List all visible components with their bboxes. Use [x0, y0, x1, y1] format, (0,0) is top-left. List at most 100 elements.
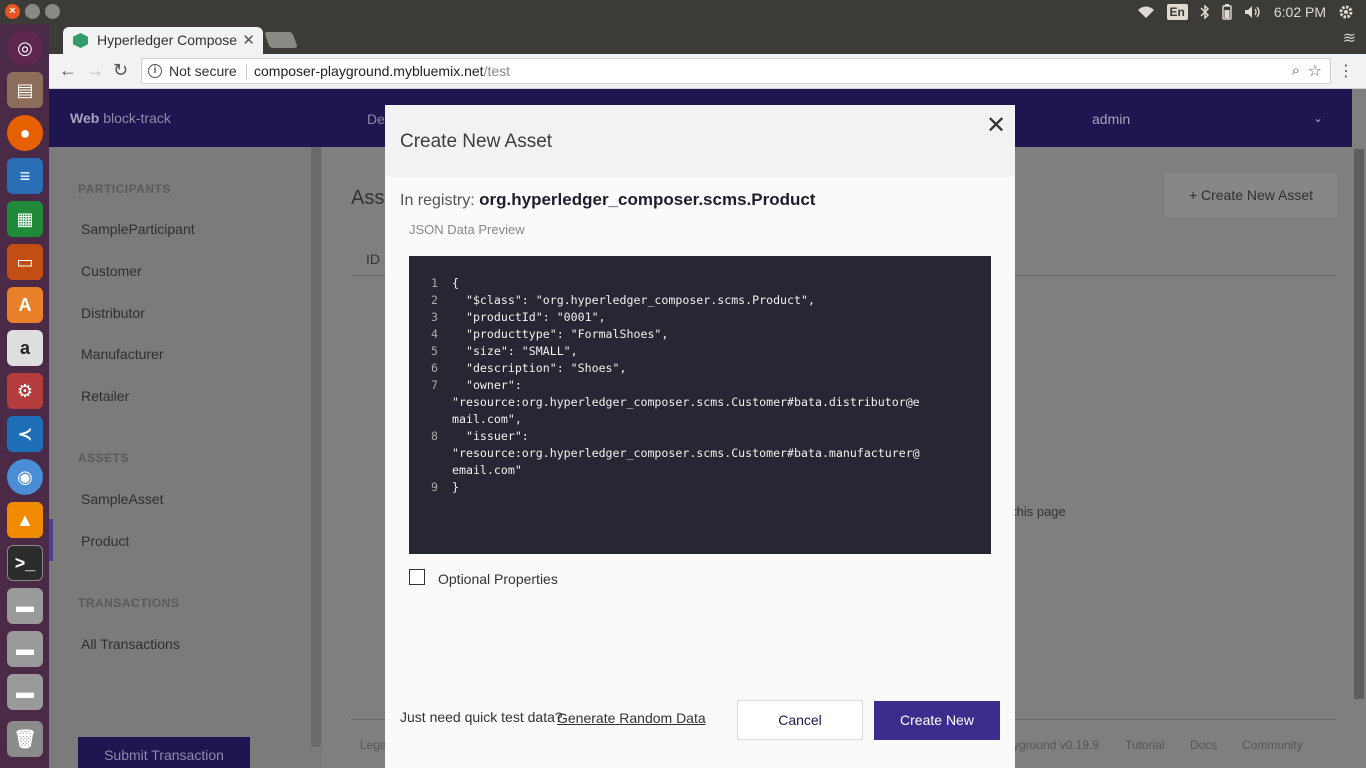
divider [246, 64, 247, 80]
os-top-bar: × En 6:02 PM [0, 0, 1366, 24]
code-line[interactable]: { [452, 276, 459, 290]
software-center-icon[interactable]: A [7, 287, 43, 323]
impress-icon[interactable]: ▭ [7, 244, 43, 280]
security-label[interactable]: Not secure [169, 63, 237, 79]
code-line[interactable]: "producttype": "FormalShoes", [452, 327, 668, 341]
browser-tab[interactable]: Hyperledger Composer Playground ✕ [63, 27, 263, 54]
page-scrollbar[interactable] [1352, 89, 1366, 768]
assets-heading: ASSETS [78, 451, 130, 465]
footer-tutorial-link[interactable]: Tutorial [1125, 738, 1165, 752]
code-line[interactable]: "$class": "org.hyperledger_composer.scms… [452, 293, 815, 307]
header-tab-define[interactable]: De [367, 111, 385, 127]
volume-icon[interactable] [1244, 5, 1262, 19]
files-icon[interactable]: ▤ [7, 72, 43, 108]
bluetooth-icon[interactable] [1200, 4, 1210, 20]
vscode-icon[interactable]: ≺ [7, 416, 43, 452]
code-line[interactable]: "description": "Shoes", [452, 361, 627, 375]
sidebar-item-manufacturer[interactable]: Manufacturer [81, 346, 163, 362]
optional-properties-checkbox[interactable] [409, 569, 425, 585]
generate-random-data-link[interactable]: Generate Random Data [557, 710, 706, 726]
line-number: 3 [431, 310, 438, 324]
window-maximize-icon[interactable] [45, 4, 60, 19]
code-line[interactable]: } [452, 480, 459, 494]
modal-title: Create New Asset [400, 131, 553, 152]
address-bar[interactable]: i Not secure composer-playground.mybluem… [141, 58, 1331, 84]
user-menu[interactable]: admin ⌄ [1077, 89, 1337, 147]
line-number: 6 [431, 361, 438, 375]
sidebar-item-sampleparticipant[interactable]: SampleParticipant [81, 221, 195, 237]
code-line[interactable]: "owner": [452, 378, 522, 392]
sidebar-item-product[interactable]: Product [81, 533, 129, 549]
modal-header: Create New Asset ✕ [385, 105, 1015, 177]
quick-test-data-text: Just need quick test data? [400, 709, 563, 725]
code-line[interactable]: "resource:org.hyperledger_composer.scms.… [452, 395, 920, 409]
calc-icon[interactable]: ▦ [7, 201, 43, 237]
clock[interactable]: 6:02 PM [1274, 4, 1326, 20]
chromium-icon[interactable]: ◉ [7, 459, 43, 495]
wifi-icon[interactable] [1137, 5, 1155, 19]
sidebar-item-sampleasset[interactable]: SampleAsset [81, 491, 163, 507]
forward-arrow-icon[interactable]: → [86, 60, 104, 81]
code-line[interactable]: mail.com", [452, 412, 522, 426]
drive-icon[interactable]: ▬ [7, 674, 43, 710]
sidebar-item-retailer[interactable]: Retailer [81, 388, 129, 404]
participants-heading: PARTICIPANTS [78, 182, 171, 196]
url-text[interactable]: composer-playground.mybluemix.net/test [254, 63, 510, 79]
sidebar-item-customer[interactable]: Customer [81, 263, 142, 279]
info-icon[interactable]: i [148, 64, 162, 78]
code-line[interactable]: email.com" [452, 463, 522, 477]
reload-icon[interactable]: ↻ [113, 60, 128, 81]
window-close-icon[interactable]: × [5, 4, 20, 19]
scrollbar-thumb[interactable] [1354, 149, 1364, 699]
footer-legal-link[interactable]: Lega [360, 738, 387, 752]
terminal-icon[interactable]: >_ [7, 545, 43, 581]
firefox-icon[interactable]: ● [7, 115, 43, 151]
close-icon[interactable]: ✕ [986, 111, 1006, 140]
sidebar-scrollbar[interactable] [311, 147, 321, 747]
json-code-editor[interactable]: 1 {2 "$class": "org.hyperledger_composer.… [409, 256, 991, 554]
cancel-button[interactable]: Cancel [737, 700, 863, 740]
back-arrow-icon[interactable]: ← [59, 60, 77, 81]
line-number: 5 [431, 344, 438, 358]
sidebar-item-distributor[interactable]: Distributor [81, 305, 145, 321]
system-tray: En 6:02 PM [1137, 0, 1366, 24]
browser-menu-icon[interactable]: ⋮ [1338, 61, 1354, 81]
footer-docs-link[interactable]: Docs [1190, 738, 1217, 752]
submit-transaction-button[interactable]: Submit Transaction [78, 737, 250, 768]
drive-icon[interactable]: ▬ [7, 588, 43, 624]
line-number: 2 [431, 293, 438, 307]
ubuntu-launcher: ◎ ▤ ● ≡ ▦ ▭ A a ⚙ ≺ ◉ ▲ >_ ▬ ▬ ▬ 🗑 [0, 24, 49, 768]
amazon-icon[interactable]: a [7, 330, 43, 366]
ubuntu-dash-icon[interactable]: ◎ [7, 30, 43, 66]
create-new-asset-button[interactable]: + Create New Asset [1165, 173, 1337, 217]
keyboard-language-indicator[interactable]: En [1166, 4, 1188, 20]
zoom-icon[interactable]: ⌕ [1292, 62, 1300, 79]
column-header-id: ID [366, 251, 380, 267]
writer-icon[interactable]: ≡ [7, 158, 43, 194]
transactions-heading: TRANSACTIONS [78, 596, 180, 610]
footer-community-link[interactable]: Community [1242, 738, 1303, 752]
drive-icon[interactable]: ▬ [7, 631, 43, 667]
vlc-icon[interactable]: ▲ [7, 502, 43, 538]
system-settings-icon[interactable]: ⚙ [7, 373, 43, 409]
trash-icon[interactable]: 🗑 [7, 721, 43, 757]
bookmark-star-icon[interactable]: ☆ [1308, 61, 1322, 81]
json-preview-label: JSON Data Preview [409, 222, 525, 237]
code-line[interactable]: "issuer": [452, 429, 529, 443]
new-tab-button[interactable] [264, 32, 298, 48]
sidebar: PARTICIPANTS SampleParticipant Customer … [49, 147, 322, 768]
settings-gear-icon[interactable] [1338, 4, 1354, 20]
code-line[interactable]: "resource:org.hyperledger_composer.scms.… [452, 446, 920, 460]
battery-icon[interactable] [1222, 4, 1232, 20]
create-new-button[interactable]: Create New [874, 701, 1000, 740]
window-minimize-icon[interactable] [25, 4, 40, 19]
browser-toolbar: ← → ↻ i Not secure composer-playground.m… [49, 54, 1366, 89]
line-number: 9 [431, 480, 438, 494]
optional-properties-label[interactable]: Optional Properties [438, 571, 558, 587]
tab-close-icon[interactable]: ✕ [242, 31, 255, 49]
line-number: 7 [431, 378, 438, 392]
code-line[interactable]: "size": "SMALL", [452, 344, 578, 358]
sidebar-item-all-transactions[interactable]: All Transactions [81, 636, 180, 652]
code-line[interactable]: "productId": "0001", [452, 310, 606, 324]
line-number: 4 [431, 327, 438, 341]
